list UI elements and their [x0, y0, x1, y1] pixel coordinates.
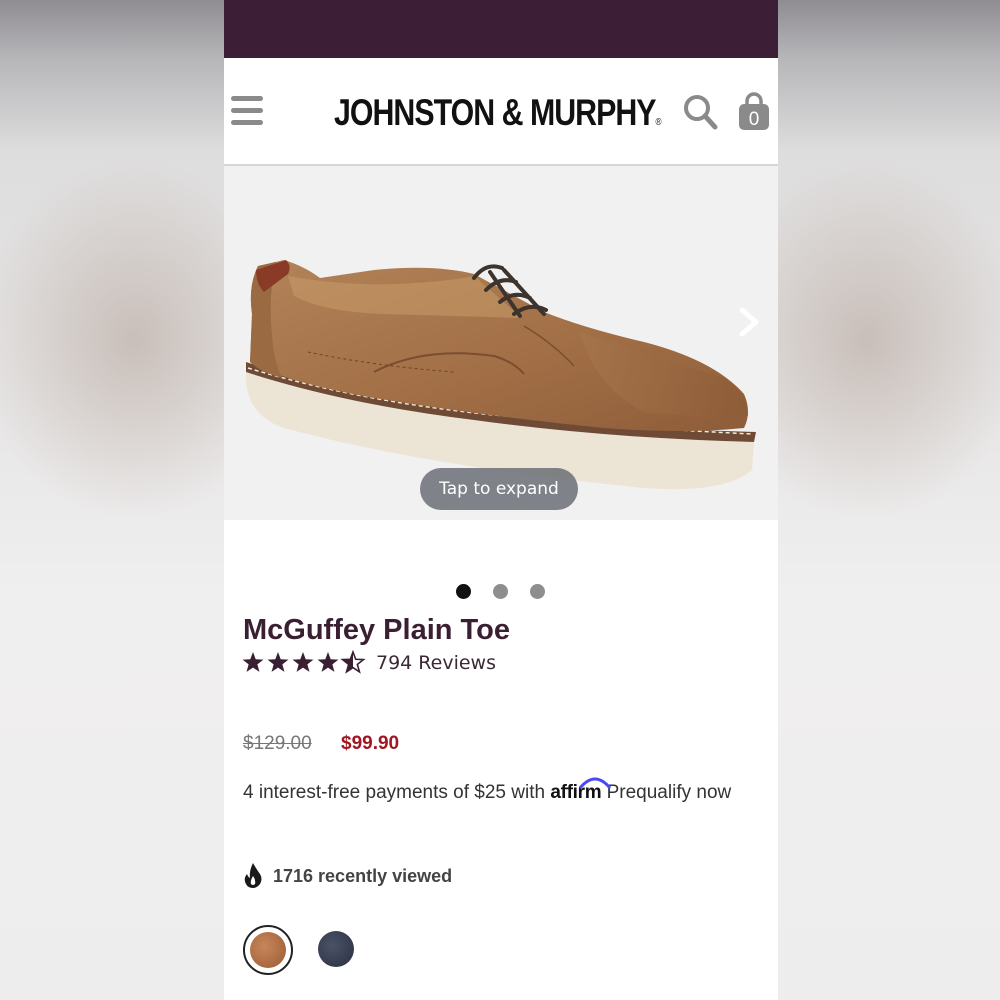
star-full-icon — [317, 652, 339, 672]
recently-viewed-text: 1716 recently viewed — [273, 866, 453, 886]
gallery-dot-3[interactable] — [530, 584, 545, 599]
affirm-arc-icon — [579, 777, 612, 789]
gallery-dot-1[interactable] — [456, 584, 471, 599]
gallery-pagination — [456, 584, 546, 600]
search-icon[interactable] — [682, 92, 720, 132]
color-swatch-navy[interactable] — [318, 931, 354, 967]
background-blur-right — [778, 0, 1000, 1000]
background-blur-left — [0, 0, 224, 1000]
installment-text: 4 interest-free payments of $25 with — [243, 782, 551, 803]
logo-text: JOHNSTON & MURPHY — [334, 92, 657, 133]
mobile-page: JOHNSTON & MURPHY® 0 Tap to expand McGuf… — [224, 0, 778, 1000]
brand-logo[interactable]: JOHNSTON & MURPHY® — [334, 92, 662, 133]
star-rating-icons — [242, 650, 366, 674]
flame-icon — [244, 863, 262, 888]
color-swatch-tan[interactable] — [243, 925, 293, 975]
product-image-shoe — [246, 260, 756, 490]
affirm-financing-message: 4 interest-free payments of $25 with aff… — [243, 777, 743, 803]
product-title: McGuffey Plain Toe — [243, 614, 510, 646]
sale-price: $99.90 — [341, 733, 400, 754]
original-price: $129.00 — [243, 733, 312, 754]
hamburger-menu-icon[interactable] — [231, 96, 263, 126]
site-header: JOHNSTON & MURPHY® 0 — [224, 58, 778, 166]
affirm-logo: affirm — [550, 777, 612, 803]
prequalify-link[interactable]: Prequalify now — [601, 782, 732, 803]
star-full-icon — [242, 652, 264, 672]
shopping-bag-icon[interactable]: 0 — [736, 92, 772, 132]
cart-count: 0 — [749, 109, 760, 130]
color-swatch-tan-fill — [250, 932, 286, 968]
tap-to-expand-button[interactable]: Tap to expand — [420, 468, 578, 510]
logo-registered-mark: ® — [655, 117, 662, 128]
recently-viewed-indicator: 1716 recently viewed — [243, 862, 643, 890]
next-image-chevron-right-icon[interactable] — [736, 306, 762, 338]
top-brand-band — [224, 0, 778, 58]
gallery-dot-2[interactable] — [493, 584, 508, 599]
reviews-link[interactable]: 794 Reviews — [376, 652, 496, 674]
product-rating[interactable]: 794 Reviews — [242, 650, 602, 678]
star-full-icon — [292, 652, 314, 672]
product-image-gallery[interactable]: Tap to expand — [224, 166, 778, 520]
star-full-icon — [267, 652, 289, 672]
